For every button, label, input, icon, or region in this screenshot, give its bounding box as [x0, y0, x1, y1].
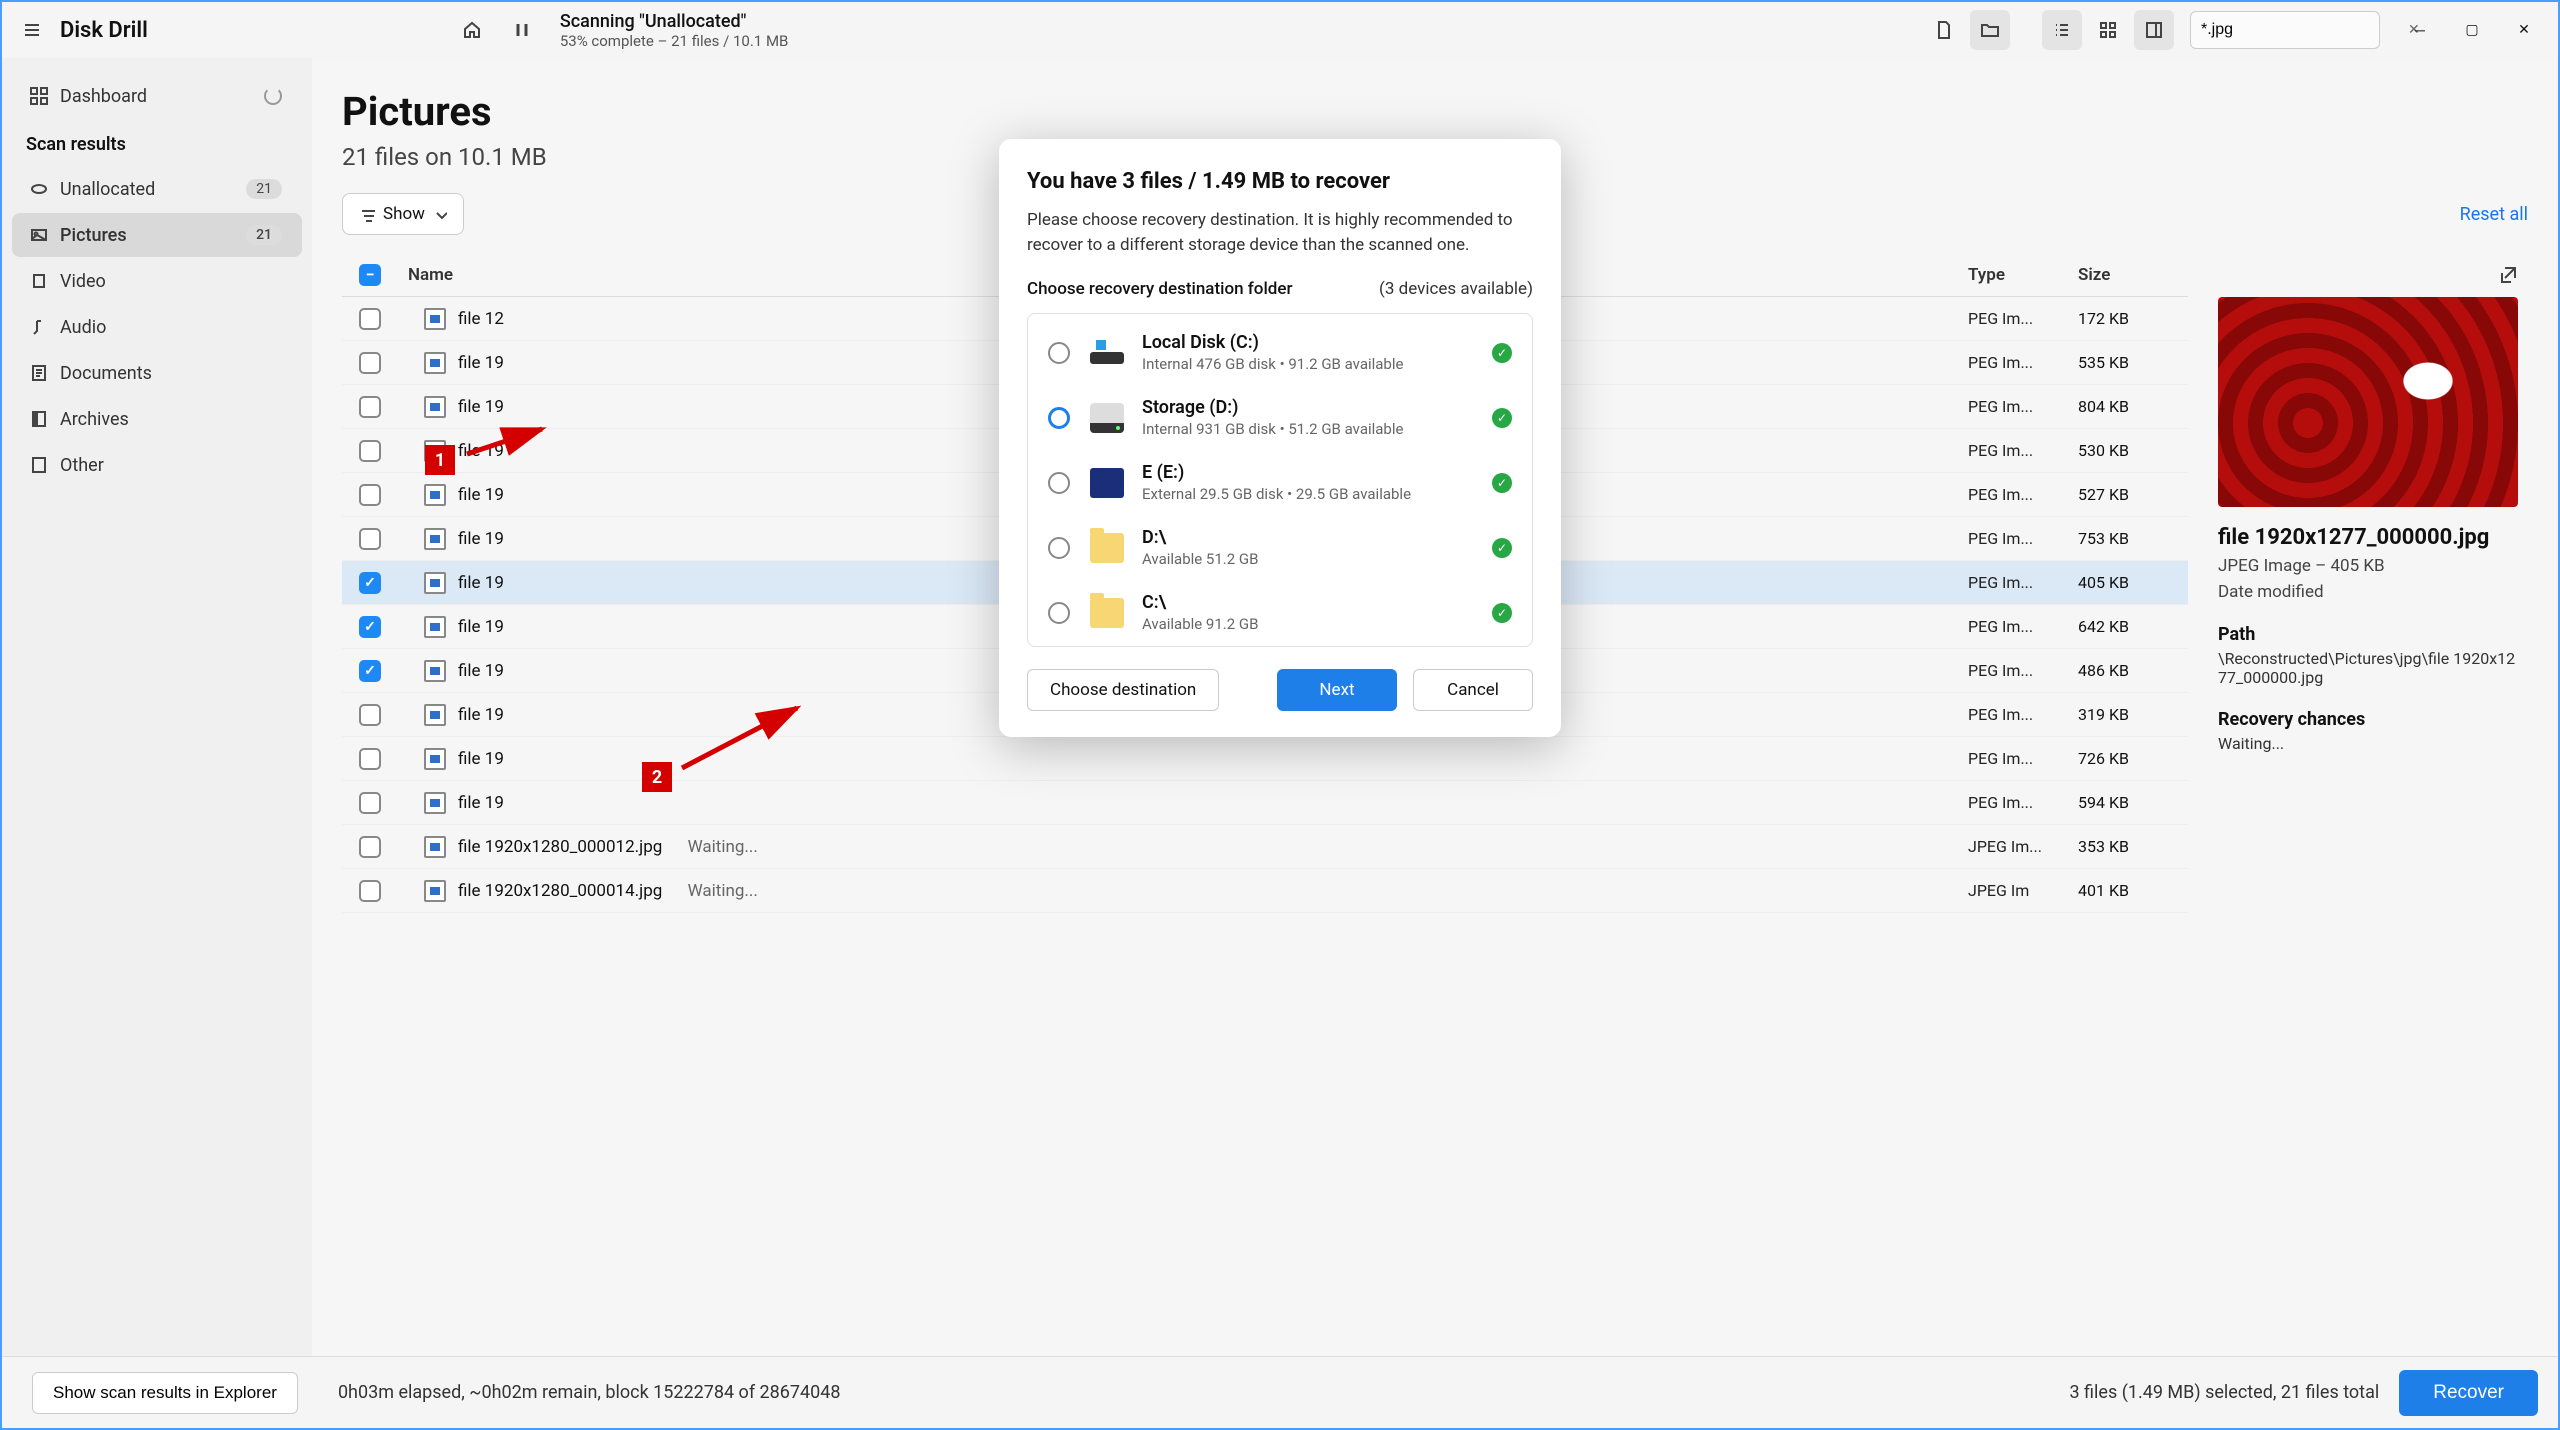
drive-icon	[1090, 598, 1124, 628]
annotation-arrow-1	[462, 414, 562, 464]
destination-radio[interactable]	[1048, 602, 1070, 624]
destination-info: Available 91.2 GB	[1142, 615, 1492, 633]
destination-info: Available 51.2 GB	[1142, 550, 1492, 568]
next-button[interactable]: Next	[1277, 669, 1397, 711]
destination-radio[interactable]	[1048, 472, 1070, 494]
modal-title: You have 3 files / 1.49 MB to recover	[1027, 169, 1533, 194]
destination-radio[interactable]	[1048, 342, 1070, 364]
destination-option[interactable]: Storage (D:) Internal 931 GB disk • 51.2…	[1028, 385, 1532, 450]
check-icon	[1492, 538, 1512, 558]
modal-devices-count: (3 devices available)	[1379, 279, 1533, 299]
destination-option[interactable]: D:\ Available 51.2 GB	[1028, 515, 1532, 580]
drive-icon	[1090, 468, 1124, 498]
destination-name: Local Disk (C:)	[1142, 332, 1492, 353]
destination-name: D:\	[1142, 527, 1492, 548]
destination-info: Internal 931 GB disk • 51.2 GB available	[1142, 420, 1492, 438]
destination-name: C:\	[1142, 592, 1492, 613]
drive-icon	[1090, 403, 1124, 433]
recovery-destination-modal: You have 3 files / 1.49 MB to recover Pl…	[999, 139, 1561, 737]
drive-icon	[1090, 338, 1124, 368]
annotation-label-2: 2	[642, 762, 672, 792]
destination-option[interactable]: C:\ Available 91.2 GB	[1028, 580, 1532, 645]
destination-radio[interactable]	[1048, 537, 1070, 559]
destination-option[interactable]: Local Disk (C:) Internal 476 GB disk • 9…	[1028, 320, 1532, 385]
destination-option[interactable]: E (E:) External 29.5 GB disk • 29.5 GB a…	[1028, 450, 1532, 515]
destination-info: Internal 476 GB disk • 91.2 GB available	[1142, 355, 1492, 373]
check-icon	[1492, 473, 1512, 493]
choose-destination-button[interactable]: Choose destination	[1027, 669, 1219, 711]
destination-info: External 29.5 GB disk • 29.5 GB availabl…	[1142, 485, 1492, 503]
destination-radio[interactable]	[1048, 407, 1070, 429]
check-icon	[1492, 603, 1512, 623]
check-icon	[1492, 408, 1512, 428]
annotation-label-1: 1	[425, 445, 455, 475]
destination-name: Storage (D:)	[1142, 397, 1492, 418]
check-icon	[1492, 343, 1512, 363]
cancel-button[interactable]: Cancel	[1413, 669, 1533, 711]
drive-icon	[1090, 533, 1124, 563]
modal-description: Please choose recovery destination. It i…	[1027, 208, 1533, 257]
destination-name: E (E:)	[1142, 462, 1492, 483]
annotation-arrow-2	[677, 696, 817, 776]
modal-choose-label: Choose recovery destination folder	[1027, 279, 1292, 299]
